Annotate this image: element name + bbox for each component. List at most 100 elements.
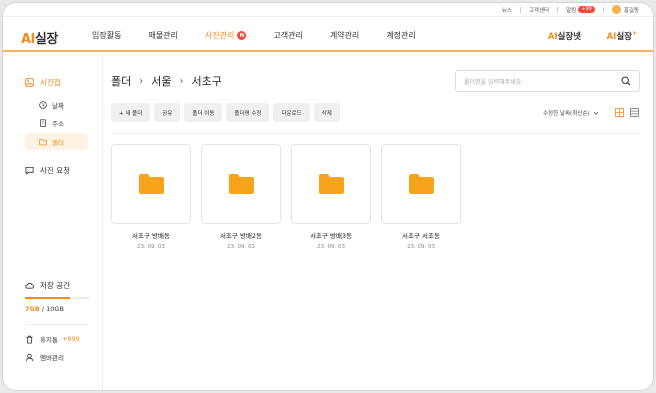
sidebar-item-members[interactable]: 멤버관리 <box>25 352 64 362</box>
sidebar-item-label: 사진 요청 <box>40 166 70 175</box>
menu-item-customers[interactable]: 고객관리 <box>273 30 302 41</box>
alerts-label: 알림 <box>566 7 577 14</box>
storage-used: 7GB <box>25 305 40 313</box>
brand-silsang-plus[interactable]: AI실장+ <box>607 30 637 42</box>
storage-bar-fill <box>25 297 70 299</box>
sidebar-item-trash[interactable]: 휴지통 +999 <box>25 334 80 344</box>
support-link[interactable]: 고객센터 <box>529 6 549 14</box>
breadcrumb-item-current: 서초구 <box>191 75 222 88</box>
brand-silsangnet-ai: AI <box>547 32 558 42</box>
search-placeholder: 폴더명을 입력해주세요. <box>464 78 524 86</box>
chevron-down-icon <box>593 111 598 115</box>
menu-item-photos[interactable]: 사진관리 N <box>204 30 247 41</box>
folder-icon <box>318 174 344 194</box>
main-nav: AI실장 임장활동 매물관리 사진관리 N 고객관리 계약관리 계정관리 AI실… <box>3 18 653 52</box>
folder-name: 서초구 방배3동 <box>309 232 353 240</box>
brand-silsangnet-name: 실장넷 <box>557 32 581 42</box>
move-folder-button[interactable]: 폴더 이동 <box>184 103 223 122</box>
folder-name: 서초구 서초동 <box>402 232 440 240</box>
rename-folder-button[interactable]: 폴더명 수정 <box>226 103 270 122</box>
app-window: 뉴스 고객센터 알림 +99 홍길동 AI실장 임장활동 매물관리 사진관리 N… <box>2 2 654 391</box>
search-icon[interactable] <box>621 76 631 86</box>
breadcrumb-item[interactable]: 서울 <box>151 73 171 89</box>
cloud-icon <box>25 282 34 289</box>
menu-item-contracts[interactable]: 계약관리 <box>330 30 359 41</box>
user-name: 홍길동 <box>623 7 639 14</box>
folder-date: 23. 09. 03 <box>317 244 345 250</box>
grid-view-icon[interactable] <box>615 108 624 117</box>
logo[interactable]: AI실장 <box>21 28 58 47</box>
storage-title-label: 저장 공간 <box>40 281 70 290</box>
chat-icon <box>25 166 34 175</box>
folder-date: 23. 09. 03 <box>227 244 255 250</box>
folder-icon <box>408 174 434 194</box>
storage-value: 7GB / 10GB <box>25 305 89 313</box>
delete-button[interactable]: 삭제 <box>313 103 340 122</box>
menu-item-listings[interactable]: 매물관리 <box>148 30 177 41</box>
brand-silsang-plus-sign: + <box>631 30 637 38</box>
sidebar-sub-label: 날짜 <box>52 102 64 110</box>
sidebar-sub-date[interactable]: 날짜 <box>39 100 64 110</box>
menu-item-accounts[interactable]: 계정관리 <box>386 30 415 41</box>
sidebar-item-photo-album[interactable]: 사진첩 <box>25 77 61 88</box>
avatar <box>611 5 621 14</box>
news-link[interactable]: 뉴스 <box>502 6 512 14</box>
trash-count: +999 <box>61 335 80 343</box>
divider <box>111 133 640 134</box>
alert-count-badge: +99 <box>578 6 595 13</box>
folder-card[interactable] <box>381 144 461 224</box>
brand-silsang-plus-ai: AI <box>606 32 617 42</box>
user-icon <box>25 353 34 361</box>
download-button[interactable]: 다운로드 <box>273 103 310 122</box>
sort-label: 수정한 날짜(최신순) <box>543 111 590 117</box>
folder-icon <box>39 138 47 145</box>
breadcrumb-item[interactable]: 폴더 <box>111 73 131 89</box>
sidebar-item-label: 사진첩 <box>40 78 61 87</box>
new-folder-button[interactable]: + 새 폴더 <box>111 103 151 122</box>
new-badge: N <box>237 31 247 40</box>
divider <box>557 6 559 13</box>
folder-grid: 서초구 방배동 23. 09. 03 서초구 방배2동 23. 09. 03 서… <box>111 144 471 250</box>
alerts-link[interactable]: 알림 +99 <box>566 6 595 14</box>
menu-item-photos-label: 사진관리 <box>204 31 235 40</box>
storage-bar <box>25 297 89 299</box>
trash-label: 휴지통 <box>40 336 58 344</box>
sidebar-sub-address[interactable]: 주소 <box>39 118 64 128</box>
folder-icon <box>138 174 164 194</box>
sidebar-sub-label: 주소 <box>52 120 64 128</box>
folder-item[interactable]: 서초구 서초동 23. 09. 03 <box>381 144 461 250</box>
search-input[interactable]: 폴더명을 입력해주세요. <box>455 70 640 92</box>
folder-date: 23. 09. 03 <box>407 244 435 250</box>
menu: 임장활동 매물관리 사진관리 N 고객관리 계약관리 계정관리 <box>92 30 443 41</box>
sort-select[interactable]: 수정한 날짜(최신순) <box>543 109 599 117</box>
building-icon <box>40 119 46 127</box>
folder-name: 서초구 방배2동 <box>219 232 263 240</box>
sidebar-sub-label: 폴더 <box>52 138 64 147</box>
clock-icon <box>39 101 47 109</box>
sidebar-sub-folder[interactable]: 폴더 <box>25 133 88 150</box>
folder-date: 23. 09. 03 <box>137 244 165 250</box>
logo-name: 실장 <box>34 32 58 47</box>
trash-icon <box>26 335 33 344</box>
folder-card[interactable] <box>111 144 191 224</box>
breadcrumb: 폴더 › 서울 › 서초구 <box>111 73 222 89</box>
utility-bar: 뉴스 고객센터 알림 +99 홍길동 <box>3 3 653 17</box>
folder-card[interactable] <box>201 144 281 224</box>
storage-panel: 저장 공간 7GB / 10GB <box>25 280 89 313</box>
chevron-right-icon: › <box>139 75 144 87</box>
sidebar-item-photo-request[interactable]: 사진 요청 <box>25 165 70 176</box>
folder-item[interactable]: 서초구 방배동 23. 09. 03 <box>111 144 191 250</box>
share-button[interactable]: 공유 <box>154 103 181 122</box>
toolbar: + 새 폴더 공유 폴더 이동 폴더명 수정 다운로드 삭제 <box>111 103 344 122</box>
menu-item-inspection[interactable]: 임장활동 <box>92 30 121 41</box>
folder-item[interactable]: 서초구 방배2동 23. 09. 03 <box>201 144 281 250</box>
storage-total: / 10GB <box>39 305 64 313</box>
user-menu[interactable]: 홍길동 <box>611 5 639 14</box>
divider <box>519 6 521 13</box>
brand-silsangnet[interactable]: AI실장넷 <box>548 30 581 42</box>
divider <box>25 324 89 325</box>
folder-item[interactable]: 서초구 방배3동 23. 09. 03 <box>291 144 371 250</box>
divider <box>602 6 604 13</box>
list-view-icon[interactable] <box>630 108 639 117</box>
folder-card[interactable] <box>291 144 371 224</box>
